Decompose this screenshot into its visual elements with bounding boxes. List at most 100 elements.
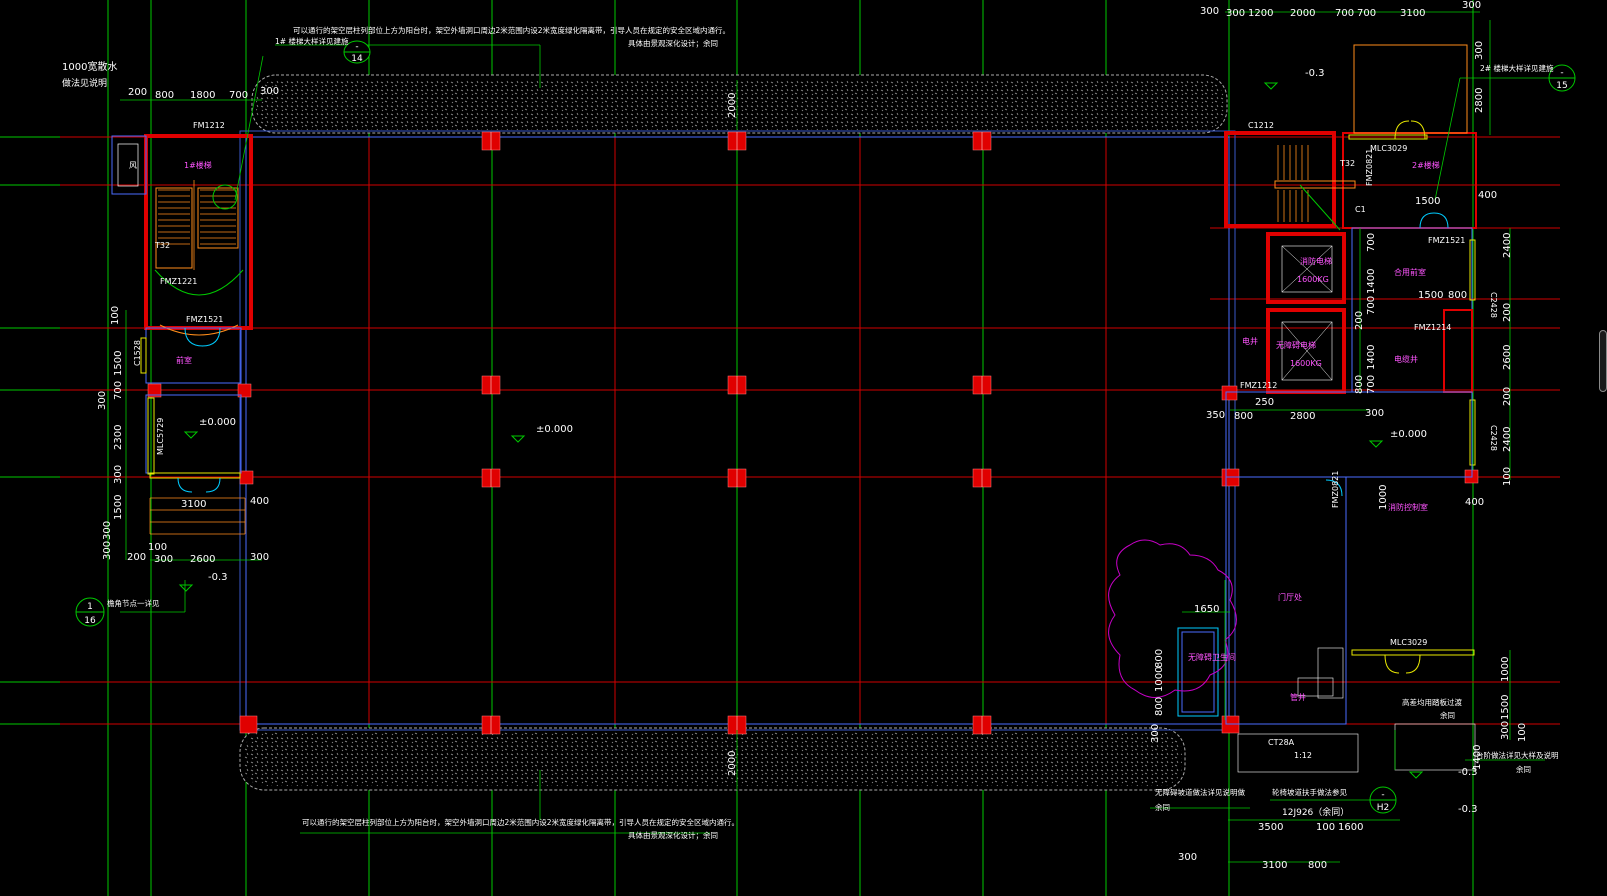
dimension-label: 1400 <box>1366 345 1377 370</box>
dimension-label: 800 <box>1354 375 1365 394</box>
dimension-label: 700 <box>1357 8 1376 19</box>
dimension-label: 3500 <box>1258 822 1283 833</box>
dimension-label: 700 <box>113 381 124 400</box>
dimension-label: 200 <box>1502 387 1513 406</box>
stair1-reference: 1# 楼梯大样详见建施 <box>275 36 349 46</box>
dimension-label: 1200 <box>1248 8 1273 19</box>
elevation-4: ±0.000 <box>536 424 573 435</box>
dimension-label: 3100 <box>1262 860 1287 871</box>
ramp-note: 无障碍坡道做法详见说明做 <box>1155 787 1245 797</box>
height-note: 高差均用踏板过渡 <box>1402 697 1462 707</box>
dimension-label: 100 <box>110 306 121 325</box>
dimension-label: 1600 <box>1338 822 1363 833</box>
dimension-label: 1650 <box>1194 604 1219 615</box>
detail-bubble-16[interactable]: 1 16 <box>75 597 105 627</box>
dimension-label: 3100 <box>1400 8 1425 19</box>
bubble-15-top: - <box>1560 68 1563 78</box>
ramp-note-same: 余同 <box>1155 802 1170 812</box>
dimension-label: 200 <box>128 87 147 98</box>
dimension-label: 1500 <box>1418 290 1443 301</box>
dimension-label: 1500 <box>1500 695 1511 720</box>
dimension-label: 1000 <box>1154 667 1165 692</box>
room-cable-well: 电缆井 <box>1394 354 1418 364</box>
dimension-label: 800 <box>155 90 174 101</box>
bubble-16-top: 1 <box>87 602 93 612</box>
dimension-label: 300 <box>1178 852 1197 863</box>
cad-floor-plan[interactable]: - 14 - 15 1 16 - H2 可以通行的架空层柱列部位上方为阳台时，架… <box>0 0 1607 896</box>
tag-fmz1221: FMZ1221 <box>160 277 197 286</box>
tag-c1528: C1528 <box>133 340 142 366</box>
dimension-label: 100 <box>1517 723 1528 742</box>
top-note-line2: 具体由景观深化设计；余同 <box>628 38 718 48</box>
tag-fmz1212: FMZ1212 <box>1240 381 1277 390</box>
dimension-label: 700 <box>1366 296 1377 315</box>
dimension-label: 1400 <box>1472 745 1483 770</box>
left-note-method: 做法见说明 <box>62 77 107 89</box>
room-duct: 管井 <box>1290 692 1306 702</box>
tag-c1: C1 <box>1355 205 1366 214</box>
dimension-label: 2600 <box>190 554 215 565</box>
dimension-label: 200 <box>1502 303 1513 322</box>
bubble-h2-bottom: H2 <box>1377 803 1390 813</box>
step-note: 台阶做法详见大样及说明 <box>1476 750 1559 760</box>
dimension-label: 300 <box>1150 724 1161 743</box>
tag-mlc3029-top: MLC3029 <box>1370 144 1407 153</box>
room-elevator-access: 无障碍电梯 <box>1276 340 1316 350</box>
left-note-apron: 1000宽散水 <box>62 60 117 73</box>
dimension-label: 300 <box>1500 721 1511 740</box>
room-elevator-fire-capacity: 1600KG <box>1297 275 1329 284</box>
room-well: 电井 <box>1242 336 1258 346</box>
tag-t32: T32 <box>154 241 170 250</box>
tag-c2428-bottom: C2428 <box>1489 425 1498 451</box>
room-stair2: 2#楼梯 <box>1412 160 1440 170</box>
dimension-label: 1000 <box>1378 485 1389 510</box>
tag-mlc5729: MLC5729 <box>156 418 165 455</box>
dimension-label: 3100 <box>181 499 206 510</box>
dimension-label: 800 <box>1234 411 1253 422</box>
elevation-3: ±0.000 <box>199 417 236 428</box>
elevation-2: -0.3 <box>208 572 228 583</box>
dimension-label: 700 <box>1335 8 1354 19</box>
tag-c1212: C1212 <box>1248 121 1274 130</box>
dimension-label: 2400 <box>1502 427 1513 452</box>
tag-ct28a: CT28A <box>1268 738 1295 747</box>
room-shared-lobby: 合用前室 <box>1394 267 1426 277</box>
dimension-label: 800 <box>1154 697 1165 716</box>
bottom-note-line2: 具体由景观深化设计；余同 <box>628 830 718 840</box>
detail-bubble-h2[interactable]: - H2 <box>1369 786 1397 814</box>
dimension-label: 100 <box>1502 467 1513 486</box>
dimension-label: 300 <box>250 552 269 563</box>
landscape-strip-bottom <box>239 727 1186 791</box>
room-lobby-left: 前室 <box>176 355 192 365</box>
dimension-label: 1400 <box>1366 269 1377 294</box>
dimension-label: 100 <box>148 542 167 553</box>
stair2-reference: 2# 楼梯大样详见建施 <box>1480 63 1554 73</box>
slope-ratio: 1:12 <box>1294 751 1312 760</box>
bubble-h2-top: - <box>1381 790 1384 800</box>
bubble-16-bottom: 16 <box>84 616 96 626</box>
dimension-label: 2400 <box>1502 233 1513 258</box>
eave-node-note: 檐角节点一详见 <box>107 598 160 608</box>
dimension-label: 300 <box>102 541 113 560</box>
dimension-label: 100 <box>1316 822 1335 833</box>
tag-fmz1521-right: FMZ1521 <box>1428 236 1465 245</box>
dimension-label: 300 <box>1200 6 1219 17</box>
elevation-5: ±0.000 <box>1390 429 1427 440</box>
dimension-label: 400 <box>1478 190 1497 201</box>
access-note: 轮椅坡道扶手做法参见 <box>1272 787 1347 797</box>
dimension-label: 800 <box>1308 860 1327 871</box>
room-restroom: 无障碍卫生间 <box>1188 652 1236 662</box>
dimension-label: 300 <box>1462 0 1481 11</box>
dimension-label: 2000 <box>1290 8 1315 19</box>
dimension-label: 400 <box>1465 497 1484 508</box>
dimension-label: 300 <box>113 465 124 484</box>
room-elevator-fire: 消防电梯 <box>1300 256 1332 266</box>
elevation-1: -0.3 <box>1305 68 1325 79</box>
tag-fmz1214: FMZ1214 <box>1414 323 1451 332</box>
dimension-label: 2800 <box>1290 411 1315 422</box>
dimension-label: 2000 <box>727 751 738 776</box>
dimension-label: 300 <box>260 86 279 97</box>
tag-fmz0821-upper: FMZ0821 <box>1365 149 1374 186</box>
vertical-scrollbar[interactable] <box>1599 330 1607 392</box>
dimension-label: 700 <box>1366 233 1377 252</box>
